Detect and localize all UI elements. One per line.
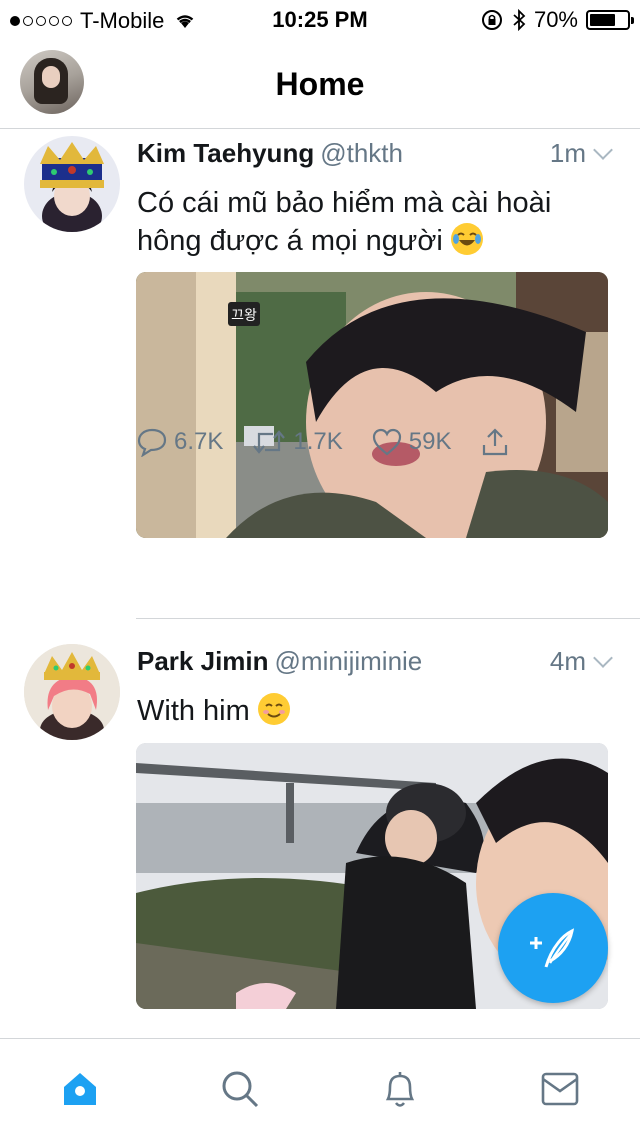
like-count: 59K [408, 428, 452, 455]
tweet-text: With him [137, 692, 616, 730]
reply-count: 6.7K [174, 428, 224, 455]
media-caption-label: 끄왕 [231, 308, 257, 324]
tweet-time: 1m [550, 138, 613, 169]
tab-search[interactable] [218, 1067, 262, 1111]
home-icon [64, 1073, 96, 1105]
avatar[interactable] [24, 644, 120, 740]
retweet-count: 1.7K [293, 428, 343, 455]
tab-home[interactable] [58, 1067, 102, 1111]
reply-icon [137, 428, 167, 457]
bell-icon [385, 1072, 415, 1107]
tweet-text: Có cái mũ bảo hiểm mà cài hoài hông được… [137, 187, 552, 257]
tweet[interactable]: Kim Taehyung @thkth 1m Có cái mũ bảo hiểm… [0, 132, 640, 618]
tab-messages[interactable] [538, 1067, 582, 1111]
compose-tweet-icon [530, 928, 575, 968]
heart-icon [372, 428, 401, 456]
status-bar: T-Mobile 10:25 PM 70% [0, 0, 640, 40]
tweet-time: 4m [550, 646, 613, 677]
smiling-blush-emoji [257, 693, 290, 725]
tweet-media-image[interactable]: 끄왕 [136, 272, 608, 538]
author-name[interactable]: Park Jimin [137, 646, 269, 676]
compose-tweet-button[interactable] [498, 893, 608, 1003]
tears-of-joy-emoji [450, 223, 483, 255]
retweet-button[interactable]: 1.7K [251, 427, 343, 457]
avatar[interactable] [24, 136, 120, 232]
author-handle[interactable]: @thkth [320, 138, 403, 168]
bluetooth-icon [513, 8, 526, 32]
tweet-header: Park Jimin @minijiminie 4m [137, 646, 613, 686]
tweet-header: Kim Taehyung @thkth 1m [137, 138, 613, 178]
page-title: Home [275, 66, 365, 102]
search-icon [222, 1071, 259, 1108]
tab-bar [0, 1038, 640, 1137]
reply-button[interactable]: 6.7K [136, 427, 223, 457]
battery-percent: 70% [533, 7, 578, 32]
like-button[interactable]: 59K [371, 427, 452, 457]
tweet-divider [136, 618, 640, 619]
navigation-bar: Home [0, 40, 640, 129]
orientation-lock-icon [481, 10, 502, 30]
author-name[interactable]: Kim Taehyung [137, 138, 314, 168]
chevron-down-icon[interactable] [593, 648, 613, 668]
battery-icon [586, 10, 634, 30]
tab-notifications[interactable] [378, 1067, 422, 1111]
status-right: 70% [480, 7, 634, 33]
tweet-actions: 6.7K 1.7K 59K [136, 424, 545, 460]
mail-icon [541, 1072, 579, 1106]
retweet-icon [253, 430, 286, 454]
share-button[interactable] [479, 426, 517, 458]
share-icon [483, 428, 508, 456]
chevron-down-icon[interactable] [593, 140, 613, 160]
author-handle[interactable]: @minijiminie [275, 646, 423, 676]
